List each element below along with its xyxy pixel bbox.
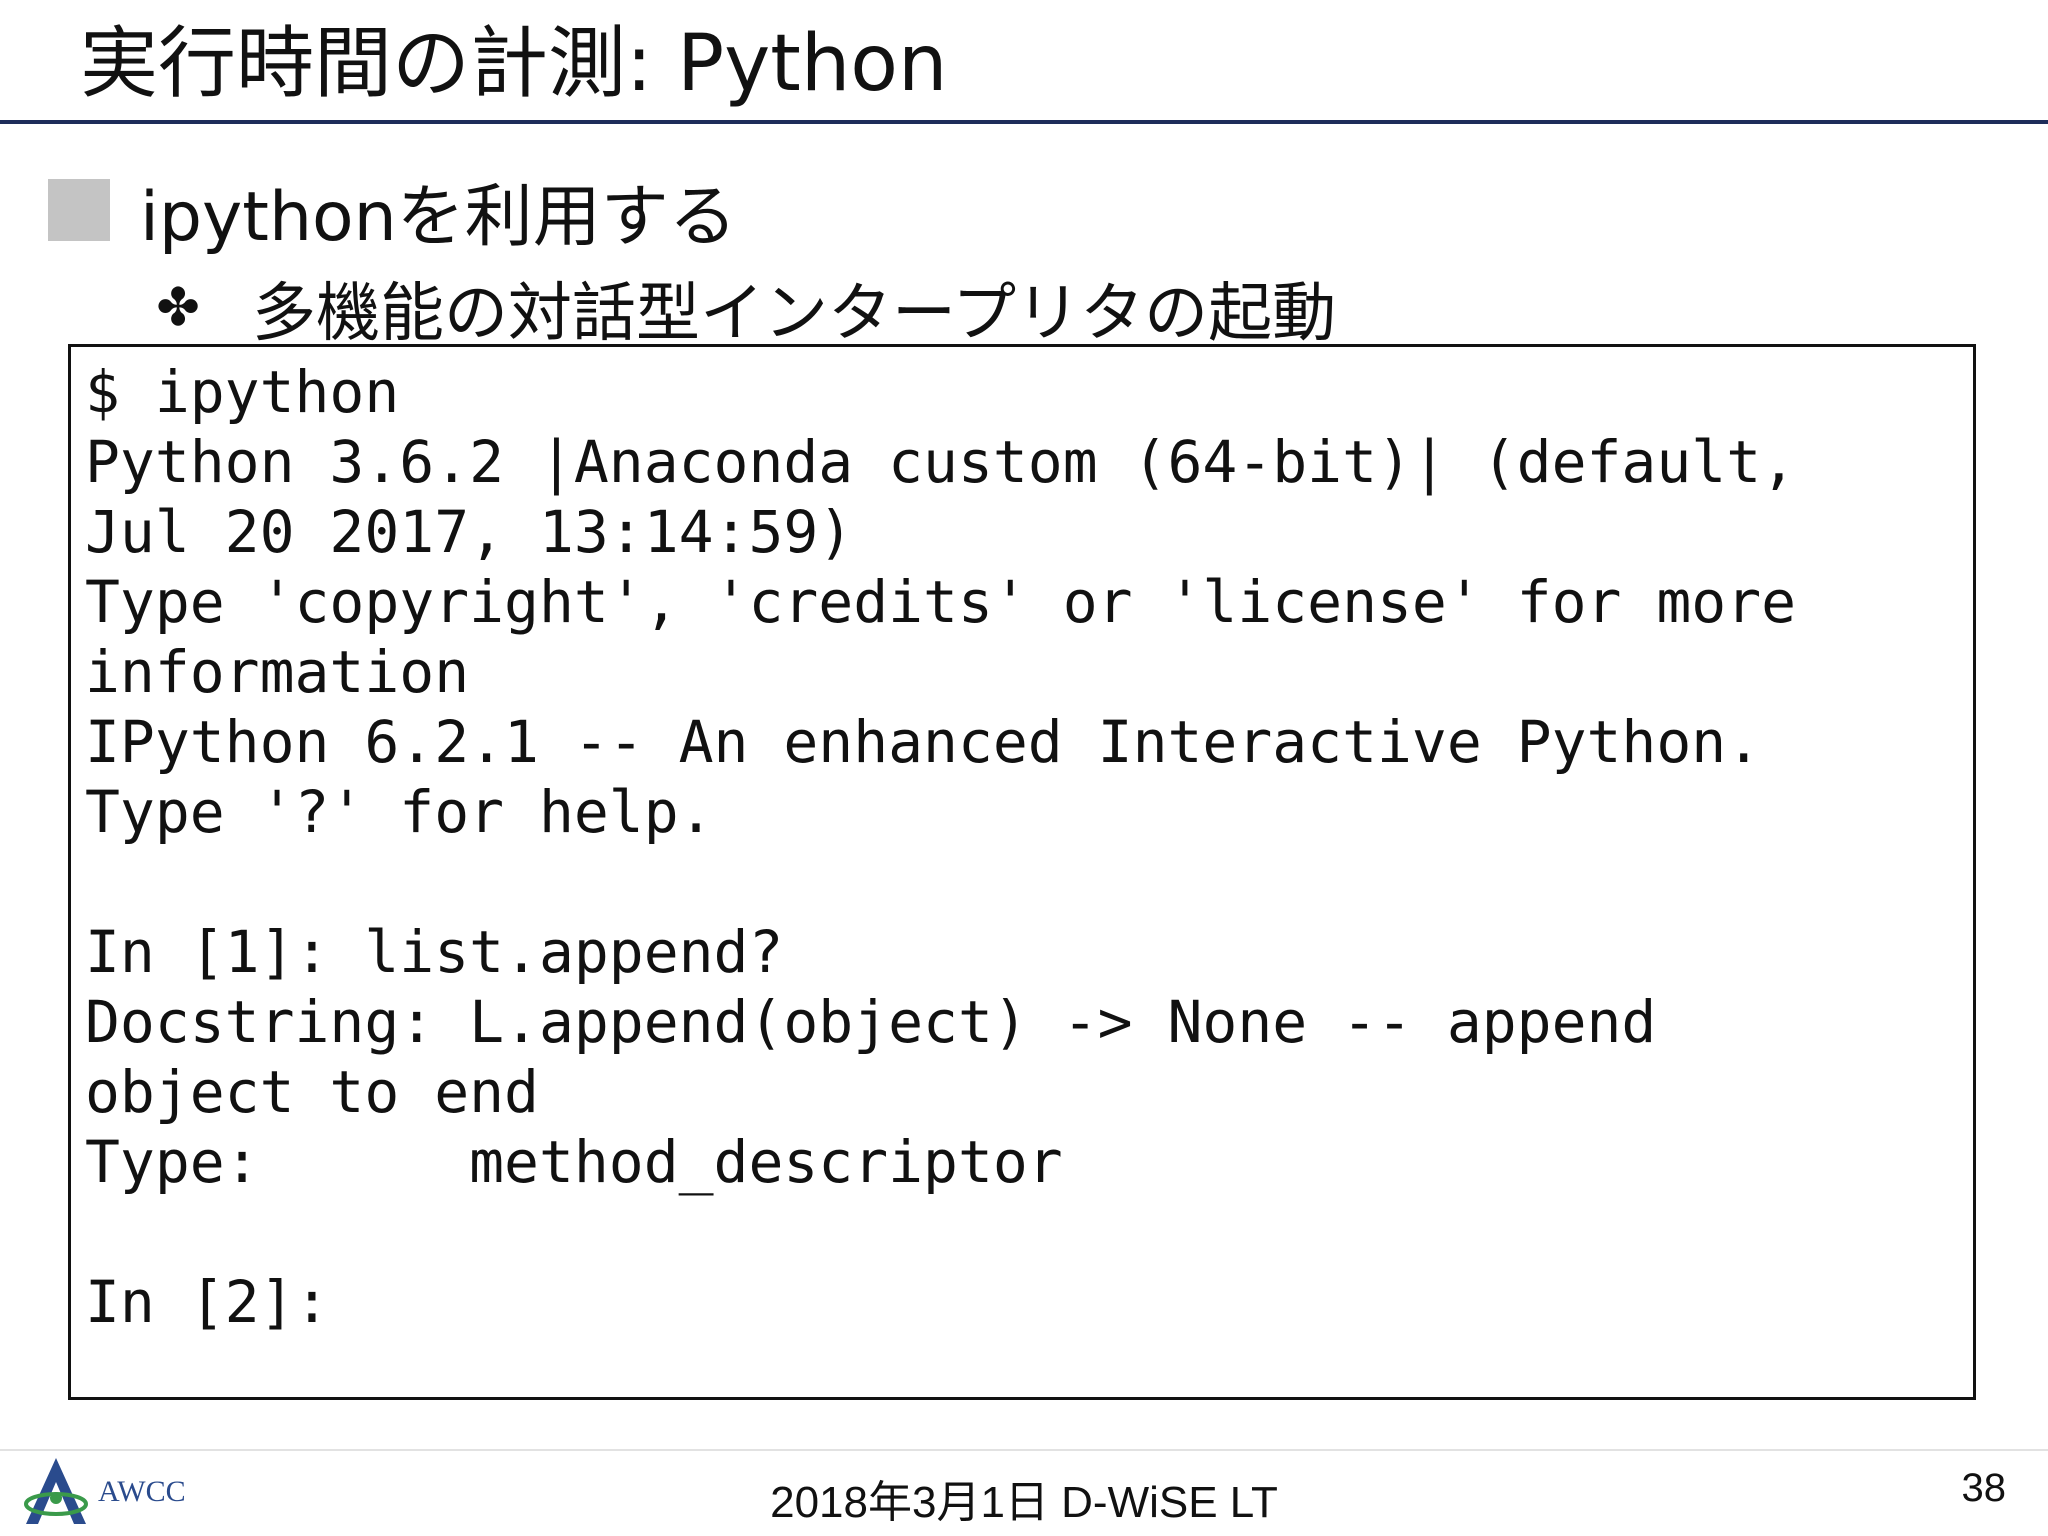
page-number: 38 <box>1962 1466 2007 1511</box>
terminal-line: Docstring: L.append(object) -> None -- a… <box>85 988 1656 1056</box>
terminal-output: $ ipython Python 3.6.2 |Anaconda custom … <box>85 357 1959 1337</box>
terminal-box: $ ipython Python 3.6.2 |Anaconda custom … <box>68 344 1976 1400</box>
terminal-line: information <box>85 638 469 706</box>
terminal-line: object to end <box>85 1058 539 1126</box>
bullet-level1: ipythonを利用する <box>48 165 737 255</box>
footer-date-event: 2018年3月1日 D-WiSE LT <box>0 1466 2048 1530</box>
title-divider <box>0 120 2048 124</box>
bullet-level2-text: 多機能の対話型インタープリタの起動 <box>252 262 1336 354</box>
terminal-line: Jul 20 2017, 13:14:59) <box>85 498 853 566</box>
square-bullet-icon <box>48 179 110 241</box>
terminal-line: Type '?' for help. <box>85 778 714 846</box>
footer-divider <box>0 1449 2048 1451</box>
bullet-level2: ✤ 多機能の対話型インタープリタの起動 <box>150 268 1336 348</box>
bullet-level1-text: ipythonを利用する <box>140 161 737 260</box>
terminal-line: In [2]: <box>85 1268 329 1336</box>
terminal-line: $ ipython <box>85 358 399 426</box>
terminal-line: Type 'copyright', 'credits' or 'license'… <box>85 568 1796 636</box>
slide-title: 実行時間の計測: Python <box>80 14 947 114</box>
terminal-line: Type: method_descriptor <box>85 1128 1063 1196</box>
clover-bullet-icon: ✤ <box>150 278 206 338</box>
terminal-line: In [1]: list.append? <box>85 918 783 986</box>
terminal-line: IPython 6.2.1 -- An enhanced Interactive… <box>85 708 1761 776</box>
terminal-line: Python 3.6.2 |Anaconda custom (64-bit)| … <box>85 428 1796 496</box>
